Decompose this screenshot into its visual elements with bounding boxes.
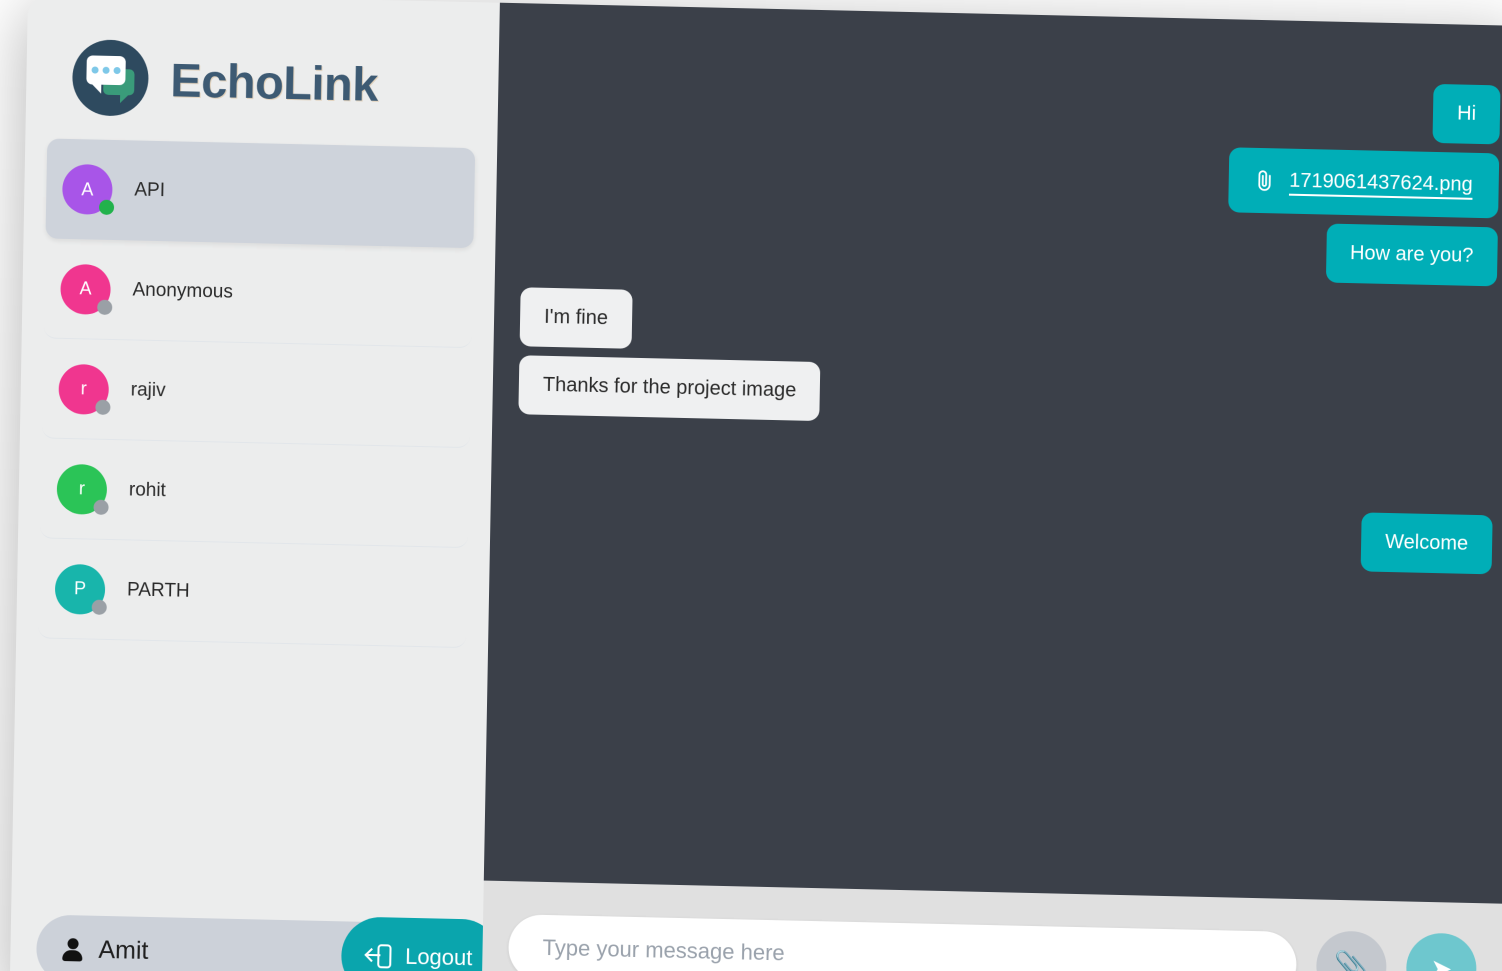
logout-icon xyxy=(367,944,392,969)
logout-button[interactable]: Logout xyxy=(340,916,502,971)
screen: EchoLink A API A Anonymous r rajiv r rohit P PART… xyxy=(0,0,1502,971)
contact-item-rajiv[interactable]: r rajiv xyxy=(41,338,472,449)
contact-item-anonymous[interactable]: A Anonymous xyxy=(43,238,474,349)
message-list-tail xyxy=(510,561,1491,883)
contact-list: A API A Anonymous r rajiv r rohit P PARTH xyxy=(11,124,497,925)
presence-indicator-offline xyxy=(91,599,107,615)
message-gap xyxy=(517,423,1494,515)
message-list: Hi 1719061437624.png How are you? I'm fine T… xyxy=(483,2,1502,904)
contact-item-api[interactable]: A API xyxy=(45,138,476,249)
avatar: A xyxy=(61,163,115,216)
paperclip-icon xyxy=(1255,168,1275,192)
contact-name: PARTH xyxy=(126,578,190,602)
message-input[interactable] xyxy=(507,914,1297,971)
send-message-button[interactable]: ➤ xyxy=(1405,932,1477,971)
white-bubble-shape xyxy=(86,55,126,86)
echolink-app-window: EchoLink A API A Anonymous r rajiv r rohit P PART… xyxy=(9,0,1502,971)
attachment-filename[interactable]: 1719061437624.png xyxy=(1289,169,1473,198)
contact-name: rajiv xyxy=(130,378,166,401)
paperclip-icon: 📎 xyxy=(1333,949,1370,971)
app-window-tilt: EchoLink A API A Anonymous r rajiv r rohit P PART… xyxy=(9,0,1502,971)
chat-panel: Hi 1719061437624.png How are you? I'm fine T… xyxy=(481,2,1502,971)
brand-header: EchoLink xyxy=(26,0,500,135)
chat-bubbles-icon xyxy=(71,39,150,117)
bubble-dot xyxy=(91,66,99,74)
presence-indicator-offline xyxy=(97,299,113,315)
avatar: A xyxy=(60,263,113,315)
app-title: EchoLink xyxy=(169,52,379,111)
sidebar: EchoLink A API A Anonymous r rajiv r rohit P PART… xyxy=(9,0,502,971)
send-icon: ➤ xyxy=(1430,953,1453,971)
message-bubble-in: I'm fine xyxy=(519,287,633,349)
message-bubble-out: Welcome xyxy=(1360,512,1493,575)
message-bubble-out: Hi xyxy=(1432,83,1501,145)
avatar: P xyxy=(54,563,107,615)
attach-file-button[interactable]: 📎 xyxy=(1315,930,1388,971)
presence-indicator-offline xyxy=(95,399,111,415)
person-icon xyxy=(62,937,83,962)
avatar: r xyxy=(56,463,109,515)
contact-name: Anonymous xyxy=(132,278,234,303)
contact-item-parth[interactable]: P PARTH xyxy=(38,538,468,649)
current-user-name: Amit xyxy=(98,935,149,965)
current-user-bar: Amit Logout xyxy=(35,914,502,971)
logout-label: Logout xyxy=(404,943,473,971)
contact-name: API xyxy=(134,179,166,202)
contact-name: rohit xyxy=(128,478,167,501)
message-bubble-out: How are you? xyxy=(1325,223,1498,287)
presence-indicator-online xyxy=(98,199,115,216)
bubble-dot xyxy=(102,66,110,74)
contact-item-rohit[interactable]: r rohit xyxy=(39,438,470,549)
avatar: r xyxy=(58,363,111,415)
presence-indicator-offline xyxy=(93,499,109,515)
message-bubble-out[interactable]: 1719061437624.png xyxy=(1228,147,1500,219)
message-bubble-in: Thanks for the project image xyxy=(518,355,821,422)
bubble-dot xyxy=(113,66,121,75)
